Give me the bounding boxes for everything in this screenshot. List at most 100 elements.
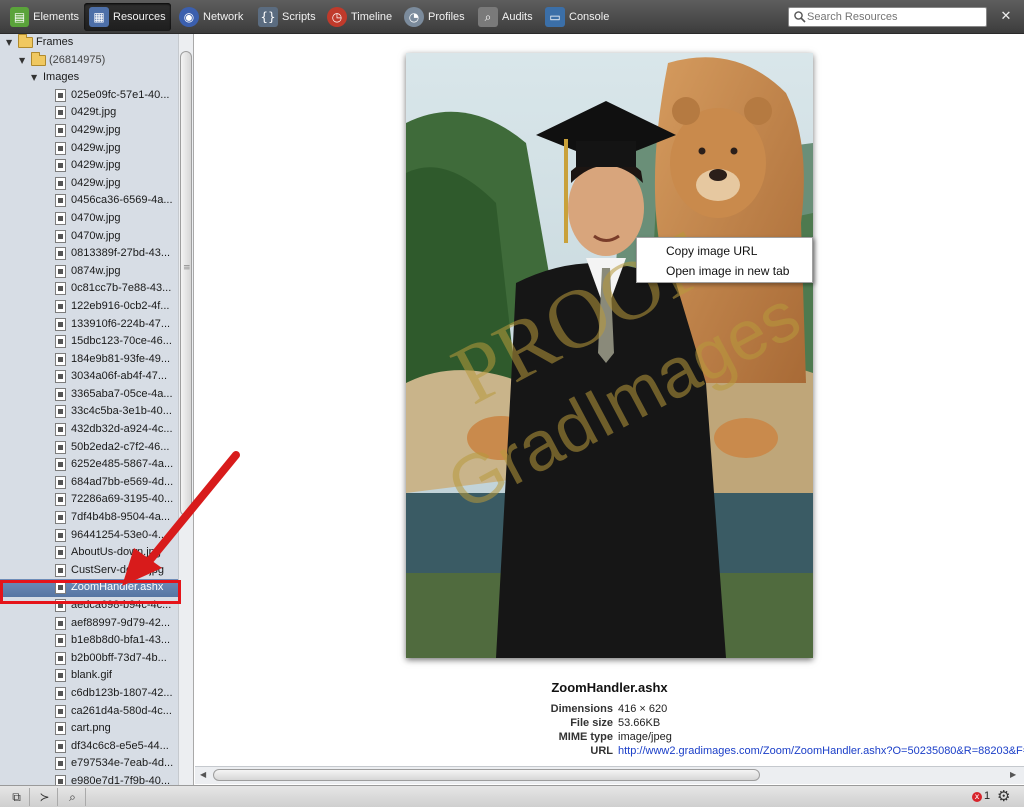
tab-elements[interactable]: ▤ Elements xyxy=(5,3,79,31)
tree-item-file[interactable]: 0874w.jpg xyxy=(0,263,180,281)
tab-label: Network xyxy=(203,11,244,23)
mime-type-label: MIME type xyxy=(558,731,613,743)
file-label: 0429w.jpg xyxy=(71,123,121,136)
file-label: cart.png xyxy=(71,722,111,735)
tree-item-file[interactable]: 0c81cc7b-7e88-43... xyxy=(0,280,180,298)
resources-icon: ▦ xyxy=(89,7,109,27)
console-drawer-button[interactable]: ≻ xyxy=(32,788,58,806)
tree-item-images[interactable]: ▼ Images xyxy=(0,69,180,87)
image-file-icon xyxy=(55,106,66,120)
tree-item-file[interactable]: df34c6c8-e5e5-44... xyxy=(0,738,180,756)
tree-item-file[interactable]: 50b2eda2-c7f2-46... xyxy=(0,439,180,457)
file-size-value: 53.66KB xyxy=(618,717,661,729)
tab-audits[interactable]: ⌕ Audits xyxy=(473,3,537,31)
dock-toggle-button[interactable]: ⧉ xyxy=(4,788,30,806)
image-file-icon xyxy=(55,159,66,173)
mime-type-value: image/jpeg xyxy=(618,731,672,743)
graduation-photo[interactable]: PROOF GradImages xyxy=(406,53,813,658)
tree-item-file[interactable]: ZoomHandler.ashx xyxy=(0,579,180,597)
tree-item-file[interactable]: 72286a69-3195-40... xyxy=(0,491,180,509)
tree-item-file[interactable]: 0429w.jpg xyxy=(0,157,180,175)
image-file-icon xyxy=(55,528,66,542)
file-label: e980e7d1-7f9b-40... xyxy=(71,774,171,785)
tree-item-file[interactable]: 184e9b81-93fe-49... xyxy=(0,351,180,369)
tree-item-frames[interactable]: ▼ Frames xyxy=(0,34,180,52)
tree-item-file[interactable]: 0429t.jpg xyxy=(0,104,180,122)
error-counter[interactable]: x1 xyxy=(972,790,990,802)
tree-item-file[interactable]: 0429w.jpg xyxy=(0,140,180,158)
horizontal-scrollbar-thumb[interactable] xyxy=(213,769,760,781)
tree-item-file[interactable]: e980e7d1-7f9b-40... xyxy=(0,773,180,785)
tree-item-file[interactable]: AboutUs-down.jpg xyxy=(0,544,180,562)
image-file-icon xyxy=(55,370,66,384)
tree-item-file[interactable]: e797534e-7eab-4d... xyxy=(0,755,180,773)
image-url-link[interactable]: http://www2.gradimages.com/Zoom/ZoomHand… xyxy=(618,745,1024,757)
tree-item-file[interactable]: 33c4c5ba-3e1b-40... xyxy=(0,403,180,421)
tree-item-file[interactable]: 0813389f-27bd-43... xyxy=(0,245,180,263)
image-file-icon xyxy=(55,563,66,577)
search-icon xyxy=(794,11,806,23)
tree-item-file[interactable]: 133910f6-224b-47... xyxy=(0,316,180,334)
menu-item-copy-image-url[interactable]: Copy image URL xyxy=(637,241,812,261)
tab-timeline[interactable]: ◷ Timeline xyxy=(322,3,397,31)
disclosure-triangle-icon[interactable]: ▼ xyxy=(31,69,37,86)
file-label: aef88997-9d79-42... xyxy=(71,616,171,629)
tree-item-file[interactable]: 025e09fc-57e1-40... xyxy=(0,87,180,105)
disclosure-triangle-icon[interactable]: ▼ xyxy=(6,34,12,51)
tree-item-file[interactable]: 0456ca36-6569-4a... xyxy=(0,192,180,210)
tree-item-file[interactable]: 0429w.jpg xyxy=(0,175,180,193)
image-file-icon xyxy=(55,299,66,313)
console-icon: ▭ xyxy=(545,7,565,27)
file-label: 7df4b4b8-9504-4a... xyxy=(71,511,171,524)
tree-item-file[interactable]: 0470w.jpg xyxy=(0,210,180,228)
tree-item-file[interactable]: 3034a06f-ab4f-47... xyxy=(0,368,180,386)
file-label: 432db32d-a924-4c... xyxy=(71,423,173,436)
tree-item-file[interactable]: 96441254-53e0-4... xyxy=(0,527,180,545)
search-input[interactable] xyxy=(788,7,987,27)
inspect-element-button[interactable]: ⌕ xyxy=(60,788,86,806)
gear-icon[interactable]: ⚙ xyxy=(997,787,1010,805)
tree-item-frame[interactable]: ▼ (26814975) xyxy=(0,51,180,70)
tree-item-file[interactable]: 122eb916-0cb2-4f... xyxy=(0,298,180,316)
tab-console[interactable]: ▭ Console xyxy=(540,3,612,31)
file-label: blank.gif xyxy=(71,669,112,682)
tab-network[interactable]: ◉ Network xyxy=(174,3,248,31)
tab-resources[interactable]: ▦ Resources xyxy=(84,3,171,31)
image-file-icon xyxy=(55,176,66,190)
tree-item-file[interactable]: b2b00bff-73d7-4b... xyxy=(0,650,180,668)
menu-item-open-image-new-tab[interactable]: Open image in new tab xyxy=(637,261,812,281)
tree-item-file[interactable]: aef88997-9d79-42... xyxy=(0,615,180,633)
tree-item-file[interactable]: 6252e485-5867-4a... xyxy=(0,456,180,474)
tree-item-file[interactable]: aedca698-b94c-4c... xyxy=(0,597,180,615)
tree-item-file[interactable]: CustServ-down.jpg xyxy=(0,562,180,580)
tree-item-file[interactable]: 0470w.jpg xyxy=(0,228,180,246)
tree-item-file[interactable]: 0429w.jpg xyxy=(0,122,180,140)
tab-scripts[interactable]: {} Scripts xyxy=(253,3,319,31)
tab-label: Elements xyxy=(33,11,79,23)
tree-item-file[interactable]: blank.gif xyxy=(0,667,180,685)
image-file-icon xyxy=(55,739,66,753)
image-file-icon xyxy=(55,211,66,225)
image-file-icon xyxy=(55,616,66,630)
tree-item-file[interactable]: 684ad7bb-e569-4d... xyxy=(0,474,180,492)
close-button[interactable]: ✕ xyxy=(996,7,1016,27)
sidebar-scrollbar-thumb[interactable] xyxy=(180,51,192,516)
network-icon: ◉ xyxy=(179,7,199,27)
scroll-left-icon[interactable]: ◀ xyxy=(200,770,206,779)
file-label: CustServ-down.jpg xyxy=(71,563,164,576)
file-label: 50b2eda2-c7f2-46... xyxy=(71,440,170,453)
tree-item-file[interactable]: b1e8b8d0-bfa1-43... xyxy=(0,632,180,650)
tree-item-file[interactable]: 15dbc123-70ce-46... xyxy=(0,333,180,351)
context-menu: Copy image URL Open image in new tab xyxy=(636,237,813,283)
tree-item-file[interactable]: 7df4b4b8-9504-4a... xyxy=(0,509,180,527)
image-file-icon xyxy=(55,458,66,472)
tab-profiles[interactable]: ◔ Profiles xyxy=(399,3,469,31)
tree-item-file[interactable]: cart.png xyxy=(0,720,180,738)
file-label: 3365aba7-05ce-4a... xyxy=(71,387,173,400)
tree-item-file[interactable]: 3365aba7-05ce-4a... xyxy=(0,386,180,404)
tree-item-file[interactable]: c6db123b-1807-42... xyxy=(0,685,180,703)
scroll-right-icon[interactable]: ▶ xyxy=(1010,770,1016,779)
tree-item-file[interactable]: ca261d4a-580d-4c... xyxy=(0,703,180,721)
disclosure-triangle-icon[interactable]: ▼ xyxy=(19,52,25,69)
tree-item-file[interactable]: 432db32d-a924-4c... xyxy=(0,421,180,439)
